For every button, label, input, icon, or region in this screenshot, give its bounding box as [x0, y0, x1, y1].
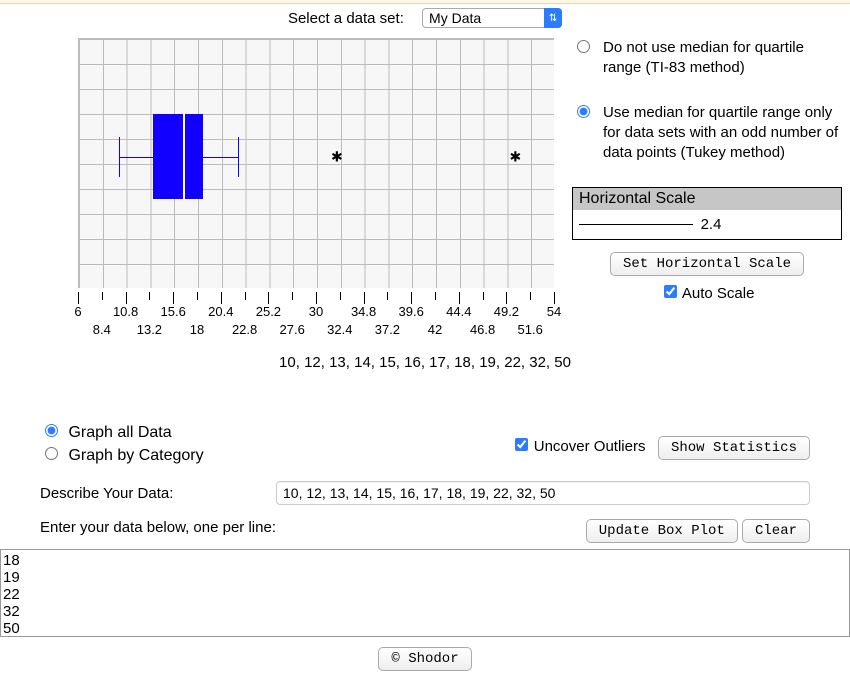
method-tukey-label: Use median for quartile range only for d… — [603, 103, 842, 164]
outlier-marker: ✱ — [509, 149, 521, 166]
graph-category-label[interactable]: Graph by Category — [40, 444, 204, 465]
data-summary-line: 10, 12, 13, 14, 15, 16, 17, 18, 19, 22, … — [0, 354, 850, 371]
horizontal-scale-title: Horizontal Scale — [573, 188, 841, 210]
graph-category-radio[interactable] — [45, 447, 58, 460]
dataset-select[interactable]: My Data — [422, 8, 562, 28]
uncover-outliers-checkbox[interactable] — [515, 438, 528, 451]
x-axis: 610.815.620.425.23034.839.644.449.2548.4… — [78, 292, 554, 340]
auto-scale-label[interactable]: Auto Scale — [660, 285, 755, 302]
graph-all-radio[interactable] — [45, 424, 58, 437]
method-ti83-label: Do not use median for quartile range (TI… — [603, 38, 842, 79]
horizontal-scale-panel: Horizontal Scale 2.4 — [572, 187, 842, 240]
show-statistics-button[interactable]: Show Statistics — [658, 436, 810, 460]
set-horizontal-scale-button[interactable]: Set Horizontal Scale — [610, 252, 804, 276]
graph-all-label[interactable]: Graph all Data — [40, 421, 204, 442]
scale-line-icon — [579, 224, 693, 225]
outlier-marker: ✱ — [331, 149, 343, 166]
dataset-label: Select a data set: — [288, 10, 404, 27]
footer-credit[interactable]: © Shodor — [378, 647, 471, 671]
method-ti83-radio[interactable] — [577, 40, 590, 53]
update-boxplot-button[interactable]: Update Box Plot — [586, 519, 738, 543]
describe-label: Describe Your Data: — [40, 485, 270, 502]
clear-button[interactable]: Clear — [742, 519, 810, 543]
method-tukey-radio[interactable] — [577, 105, 590, 118]
boxplot-area: ✱✱ — [78, 38, 554, 288]
enter-data-label: Enter your data below, one per line: — [40, 519, 276, 536]
auto-scale-checkbox[interactable] — [664, 285, 677, 298]
horizontal-scale-value: 2.4 — [701, 216, 722, 233]
uncover-outliers-label[interactable]: Uncover Outliers — [511, 438, 650, 455]
describe-input[interactable] — [276, 481, 810, 505]
data-textarea[interactable] — [0, 549, 850, 637]
